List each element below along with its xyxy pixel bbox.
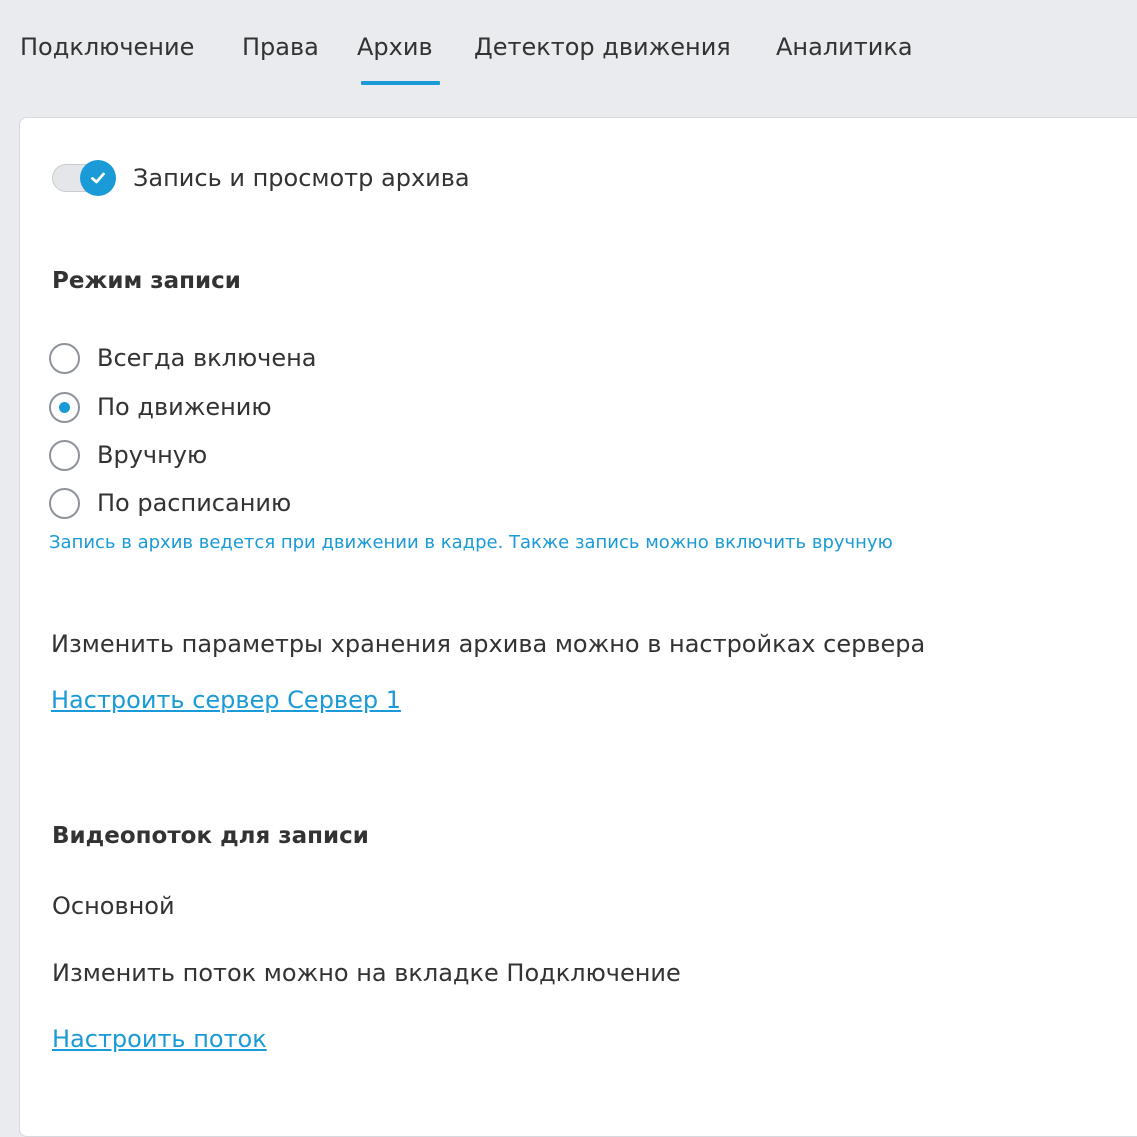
radio-always-on[interactable]: Всегда включена [49,341,317,375]
toggle-knob [80,160,116,196]
record-mode-hint: Запись в архив ведется при движении в ка… [49,532,893,553]
radio-manual[interactable]: Вручную [49,438,207,472]
video-stream-title: Видеопоток для записи [52,823,369,849]
configure-stream-link[interactable]: Настроить поток [52,1025,267,1053]
radio-label: По движению [97,393,272,421]
active-tab-indicator [361,81,440,85]
check-icon [91,172,105,184]
configure-server-link[interactable]: Настроить сервер Сервер 1 [51,686,401,714]
storage-info-text: Изменить параметры хранения архива можно… [51,630,926,658]
tab-rights[interactable]: Права [242,33,319,61]
radio-button[interactable] [49,342,80,374]
radio-label: Всегда включена [97,344,317,372]
stream-info-text: Изменить поток можно на вкладке Подключе… [52,959,681,987]
radio-label: По расписанию [97,489,292,517]
radio-button[interactable] [49,439,80,471]
tab-analytics[interactable]: Аналитика [776,33,913,61]
tab-archive[interactable]: Архив [357,33,433,61]
tab-connection[interactable]: Подключение [20,33,194,61]
radio-schedule[interactable]: По расписанию [49,486,291,520]
radio-button[interactable] [49,487,80,519]
archive-toggle-label: Запись и просмотр архива [133,164,470,192]
tab-bar: Подключение Права Архив Детектор движени… [0,0,1137,100]
radio-label: Вручную [97,441,208,469]
radio-button-selected[interactable] [49,391,80,423]
video-stream-value: Основной [52,892,175,920]
archive-toggle[interactable] [52,159,118,197]
record-mode-title: Режим записи [52,268,241,294]
radio-on-motion[interactable]: По движению [49,390,272,424]
tab-motion-detector[interactable]: Детектор движения [474,33,731,61]
